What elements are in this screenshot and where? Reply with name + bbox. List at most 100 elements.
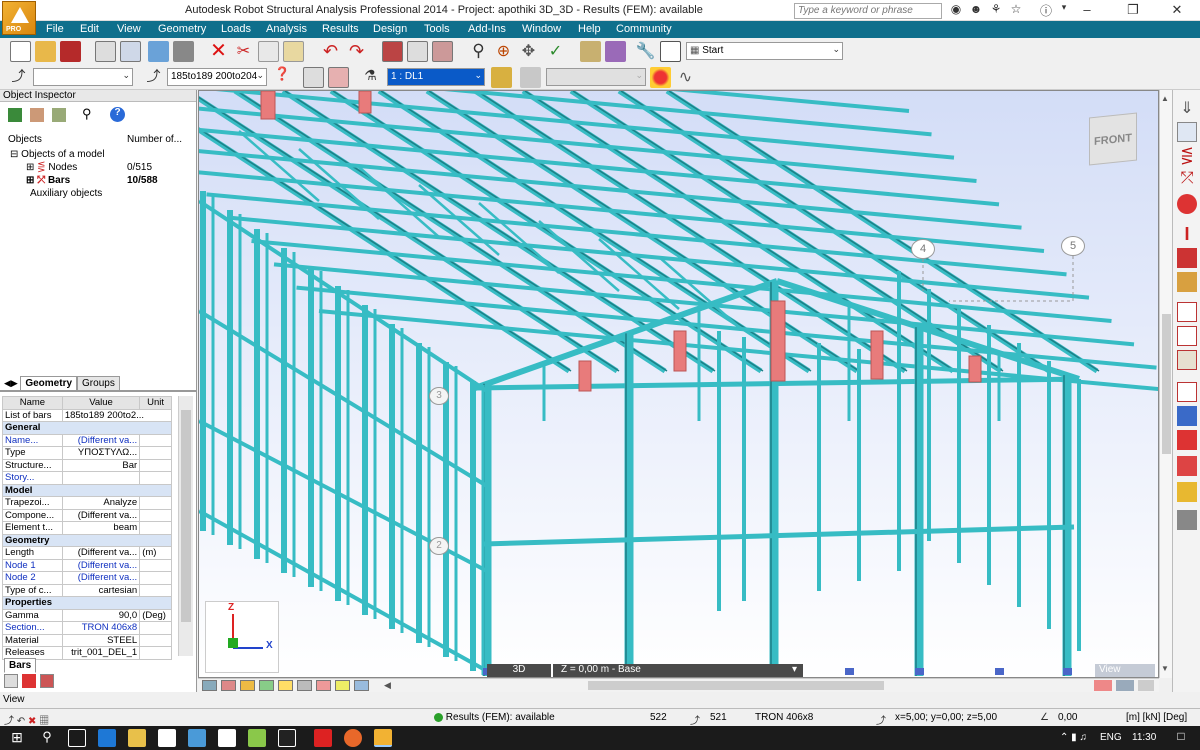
menu-add-ins[interactable]: Add-Ins <box>468 23 506 35</box>
storey-icon[interactable] <box>328 67 349 88</box>
display-toggle-icon[interactable] <box>297 680 312 691</box>
view-tab[interactable]: View <box>0 694 40 707</box>
analysis-icon[interactable]: ✓ <box>545 41 566 62</box>
open-file-icon[interactable] <box>35 41 56 62</box>
panel-divider[interactable] <box>0 390 196 392</box>
maximize-button[interactable]: ❐ <box>1110 0 1156 21</box>
highlighted-column[interactable] <box>770 300 786 382</box>
structure-type-icon[interactable] <box>1177 122 1197 142</box>
menu-view[interactable]: View <box>117 23 141 35</box>
binoculars-icon[interactable]: ◉ <box>948 2 964 18</box>
highlighted-column[interactable] <box>260 91 276 120</box>
property-row[interactable]: Name... (Different va... <box>2 433 172 447</box>
design-icon[interactable] <box>580 41 601 62</box>
property-row[interactable]: Compone... (Different va... <box>2 508 172 522</box>
menu-geometry[interactable]: Geometry <box>158 23 206 35</box>
case-icon[interactable]: ⚗ <box>360 67 381 88</box>
support-plate[interactable] <box>915 668 924 675</box>
display-toggle-icon[interactable] <box>221 680 236 691</box>
zoom-icon[interactable]: ⚲ <box>468 41 489 62</box>
property-value[interactable]: ΥΠΟΣΤΥΛΩ... <box>61 446 141 460</box>
tab-groups[interactable]: Groups <box>77 376 120 391</box>
display-toggle-icon[interactable] <box>240 680 255 691</box>
property-row[interactable]: Structure... Bar <box>2 458 172 472</box>
app-icon-3[interactable] <box>248 729 266 747</box>
search-icon[interactable]: ⚲ <box>82 106 92 122</box>
geometry-icon[interactable] <box>1177 350 1197 370</box>
property-value[interactable]: (Different va... <box>61 546 141 560</box>
camera-icon[interactable] <box>173 41 194 62</box>
view-cube[interactable]: FRONT <box>1089 112 1137 166</box>
star-icon[interactable]: ☆ <box>1008 2 1024 18</box>
app-icon-4[interactable] <box>278 729 296 747</box>
cables-icon[interactable] <box>1177 326 1197 346</box>
language-indicator[interactable]: ENG <box>1100 732 1122 743</box>
load-case-icon[interactable] <box>1177 456 1197 476</box>
wave-icon[interactable]: ∿ <box>675 67 696 88</box>
filter-icon[interactable] <box>8 108 22 122</box>
menu-analysis[interactable]: Analysis <box>266 23 307 35</box>
print-icon[interactable] <box>95 41 116 62</box>
calculator-icon[interactable] <box>382 41 403 62</box>
properties-section-header[interactable]: Geometry <box>2 533 172 547</box>
property-value[interactable]: Analyze <box>61 496 141 510</box>
search-icon[interactable]: ⚲ <box>38 729 56 747</box>
undo-icon[interactable]: ↶ <box>320 41 341 62</box>
property-row[interactable]: Type of c... cartesian <box>2 583 172 597</box>
new-file-icon[interactable] <box>10 41 31 62</box>
property-row[interactable]: Length (Different va... (m) <box>2 546 172 560</box>
close-button[interactable]: ✕ <box>1154 0 1200 21</box>
materials-icon[interactable] <box>1177 248 1197 268</box>
menu-edit[interactable]: Edit <box>80 23 99 35</box>
clock[interactable]: 11:30 <box>1132 732 1156 743</box>
menu-design[interactable]: Design <box>373 23 407 35</box>
display-toggle-icon[interactable] <box>278 680 293 691</box>
display-toggle-icon[interactable] <box>354 680 369 691</box>
minimize-button[interactable]: – <box>1064 0 1110 21</box>
property-value[interactable] <box>61 471 141 485</box>
properties-scrollbar[interactable] <box>178 396 193 656</box>
scroll-left-icon[interactable]: ◀ <box>384 680 391 691</box>
properties-section-header[interactable]: General <box>2 421 172 435</box>
highlighted-column[interactable] <box>578 360 592 392</box>
highlighted-column[interactable] <box>870 330 884 380</box>
solid-icon[interactable] <box>1177 482 1197 502</box>
delete-icon[interactable]: ✕ <box>208 41 229 62</box>
pan-icon[interactable]: ✥ <box>518 41 539 62</box>
layout-icon[interactable] <box>660 41 681 62</box>
property-value[interactable]: cartesian <box>61 583 141 597</box>
structure-model[interactable] <box>199 91 1159 678</box>
property-row[interactable]: Node 1 (Different va... <box>2 558 172 572</box>
scroll-down-icon[interactable]: ▼ <box>1161 664 1169 673</box>
properties-section-header[interactable]: Properties <box>2 596 172 610</box>
tray-icons[interactable]: ⌃ ▮ ♫ <box>1060 732 1087 743</box>
panels-icon[interactable] <box>1177 510 1197 530</box>
tab-geometry[interactable]: Geometry <box>20 376 78 391</box>
load-definition-icon[interactable] <box>491 67 512 88</box>
save-icon[interactable] <box>60 41 81 62</box>
nodes-icon[interactable]: ⋚ <box>1177 146 1197 166</box>
highlighted-column[interactable] <box>673 330 687 372</box>
bar-selection-input[interactable]: 185to189 200to204 ⌄ <box>167 68 267 86</box>
property-value[interactable]: beam <box>61 521 141 535</box>
load-display-icon[interactable] <box>650 67 671 88</box>
display-toggle-icon[interactable] <box>259 680 274 691</box>
robot-taskbar-icon[interactable] <box>374 729 392 747</box>
query-icon[interactable]: ❓ <box>272 66 293 87</box>
menu-results[interactable]: Results <box>322 23 359 35</box>
property-value[interactable]: (Different va... <box>61 558 141 572</box>
tree-item-nodes[interactable]: ⊞ ⋚ Nodes <box>26 162 77 173</box>
lock-icon[interactable] <box>432 41 453 62</box>
tables-icon[interactable] <box>1177 406 1197 426</box>
menu-community[interactable]: Community <box>616 23 672 35</box>
cursor-icon[interactable] <box>1116 680 1134 691</box>
tab-nav-arrows[interactable]: ◀▶ <box>4 378 20 388</box>
property-row[interactable]: Gamma 90,0 (Deg) <box>2 608 172 622</box>
user-icon[interactable]: ☻ <box>968 2 984 18</box>
tab-bars[interactable]: Bars <box>4 658 37 673</box>
list-of-bars-value[interactable]: 185to189 200to2... <box>61 408 173 422</box>
redo-icon[interactable]: ↷ <box>346 41 367 62</box>
bar-select-icon[interactable]: ⤴ <box>143 66 164 87</box>
property-row[interactable]: Type ΥΠΟΣΤΥΛΩ... <box>2 446 172 460</box>
display-icon[interactable] <box>1138 680 1154 691</box>
